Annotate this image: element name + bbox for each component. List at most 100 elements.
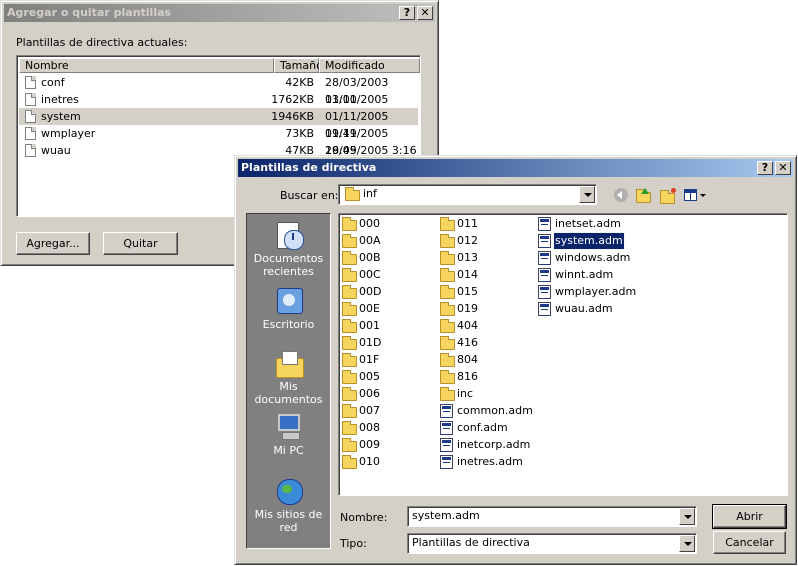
recent-documents-icon bbox=[274, 220, 304, 250]
open-button[interactable]: Abrir bbox=[712, 504, 787, 529]
file-icon bbox=[25, 144, 36, 157]
item-label: 008 bbox=[359, 421, 380, 434]
place-recent-documents[interactable]: Documentos recientes bbox=[247, 220, 330, 278]
close-button[interactable]: ✕ bbox=[775, 161, 791, 175]
folder-icon bbox=[342, 319, 357, 333]
my-documents-icon bbox=[274, 348, 304, 378]
view-menu-icon[interactable] bbox=[684, 188, 706, 203]
place-label: Mis documentos bbox=[254, 380, 323, 406]
folder-icon bbox=[440, 285, 455, 299]
remove-button-label: Quitar bbox=[123, 237, 158, 250]
template-size: 1946KB bbox=[271, 110, 314, 123]
back-icon[interactable] bbox=[614, 188, 628, 202]
item-label: 013 bbox=[457, 251, 478, 264]
look-in-label: Buscar en: bbox=[280, 189, 339, 202]
file-icon bbox=[25, 127, 36, 140]
place-my-documents[interactable]: Mis documentos bbox=[247, 348, 330, 406]
table-row[interactable]: wmplayer 73KB 01/11/2005 19:49 bbox=[19, 125, 418, 157]
folder-icon bbox=[440, 353, 455, 367]
folder-icon bbox=[440, 387, 455, 401]
look-in-value: inf bbox=[363, 187, 377, 200]
folder-icon bbox=[342, 302, 357, 316]
place-network-places[interactable]: Mis sitios de red bbox=[247, 476, 330, 534]
item-label: 00A bbox=[359, 234, 381, 247]
item-label: 000 bbox=[359, 217, 380, 230]
item-label: wuau.adm bbox=[555, 302, 613, 315]
desktop-icon bbox=[274, 286, 304, 316]
remove-button[interactable]: Quitar bbox=[103, 232, 178, 255]
file-name-combo[interactable]: system.adm bbox=[407, 506, 697, 527]
item-label: 015 bbox=[457, 285, 478, 298]
item-label: winnt.adm bbox=[555, 268, 614, 281]
item-label: 00E bbox=[359, 302, 380, 315]
folder-icon bbox=[440, 319, 455, 333]
file-type-combo[interactable]: Plantillas de directiva bbox=[407, 533, 697, 554]
chevron-down-icon[interactable] bbox=[579, 186, 595, 203]
adm-file-icon bbox=[538, 268, 551, 282]
add-button[interactable]: Agregar... bbox=[16, 232, 90, 255]
folder-icon bbox=[342, 455, 357, 469]
place-desktop[interactable]: Escritorio bbox=[247, 286, 330, 331]
item-label: 404 bbox=[457, 319, 478, 332]
title-bar[interactable]: Plantillas de directiva ? ✕ bbox=[238, 159, 793, 177]
title-bar[interactable]: Agregar o quitar plantillas ? ✕ bbox=[4, 4, 435, 22]
file-list-view[interactable]: 000 00A 00B 00C 00D 00E 001 01D 01F 005 006 007 008 0… bbox=[338, 213, 788, 496]
item-label: 816 bbox=[457, 370, 478, 383]
item-label: inetset.adm bbox=[555, 217, 621, 230]
place-my-computer[interactable]: Mi PC bbox=[247, 412, 330, 457]
folder-icon bbox=[342, 234, 357, 248]
item-label: inc bbox=[457, 387, 474, 400]
chevron-down-icon[interactable] bbox=[679, 535, 695, 552]
adm-file-icon bbox=[440, 421, 453, 435]
file-name-label: Nombre: bbox=[340, 511, 388, 524]
place-label: Documentos recientes bbox=[253, 252, 324, 278]
item-label: 00D bbox=[359, 285, 382, 298]
item-label: 014 bbox=[457, 268, 478, 281]
cancel-button[interactable]: Cancelar bbox=[713, 531, 786, 554]
folder-icon bbox=[440, 302, 455, 316]
item-label: 00B bbox=[359, 251, 381, 264]
help-button[interactable]: ? bbox=[757, 161, 773, 175]
item-label: wmplayer.adm bbox=[555, 285, 637, 298]
folder-icon bbox=[342, 438, 357, 452]
folder-icon bbox=[342, 370, 357, 384]
adm-file-icon bbox=[440, 404, 453, 418]
folder-icon bbox=[342, 251, 357, 265]
new-folder-icon[interactable] bbox=[660, 188, 677, 204]
table-row[interactable]: system 1946KB 01/11/2005 19:49 bbox=[19, 108, 418, 140]
folder-icon bbox=[345, 187, 360, 201]
column-header-name[interactable]: Nombre bbox=[19, 58, 274, 73]
column-header-modified[interactable]: Modificado bbox=[319, 58, 420, 73]
item-label: 00C bbox=[359, 268, 381, 281]
template-name: conf bbox=[41, 76, 65, 89]
file-icon bbox=[25, 76, 36, 89]
item-label: 01D bbox=[359, 336, 382, 349]
chevron-down-icon[interactable] bbox=[679, 508, 695, 525]
close-button[interactable]: ✕ bbox=[417, 6, 433, 20]
file-name-value: system.adm bbox=[412, 509, 480, 522]
folder-icon bbox=[440, 370, 455, 384]
template-name: wmplayer bbox=[41, 127, 96, 140]
template-size: 73KB bbox=[285, 127, 314, 140]
item-label: 007 bbox=[359, 404, 380, 417]
table-row[interactable]: inetres1762KB01/11/2005 19:48 bbox=[19, 91, 418, 123]
folder-icon bbox=[440, 234, 455, 248]
template-size: 1762KB bbox=[271, 93, 314, 106]
column-header-size[interactable]: Tamaño bbox=[274, 58, 323, 73]
place-label: Mi PC bbox=[273, 444, 304, 457]
item-label: 001 bbox=[359, 319, 380, 332]
item-label: system.adm bbox=[553, 232, 625, 250]
my-computer-icon bbox=[274, 412, 304, 442]
up-folder-icon[interactable] bbox=[636, 188, 652, 204]
item-label: 01F bbox=[359, 353, 380, 366]
item-label: 416 bbox=[457, 336, 478, 349]
help-button[interactable]: ? bbox=[399, 6, 415, 20]
current-templates-label: Plantillas de directiva actuales: bbox=[16, 36, 188, 49]
item-label: inetres.adm bbox=[457, 455, 523, 468]
template-size: 42KB bbox=[285, 76, 314, 89]
look-in-combo[interactable]: inf bbox=[338, 184, 597, 205]
item-label: 804 bbox=[457, 353, 478, 366]
folder-icon bbox=[342, 387, 357, 401]
folder-icon bbox=[342, 421, 357, 435]
table-row[interactable]: conf 42KB 28/03/2003 13:00 bbox=[19, 74, 418, 106]
